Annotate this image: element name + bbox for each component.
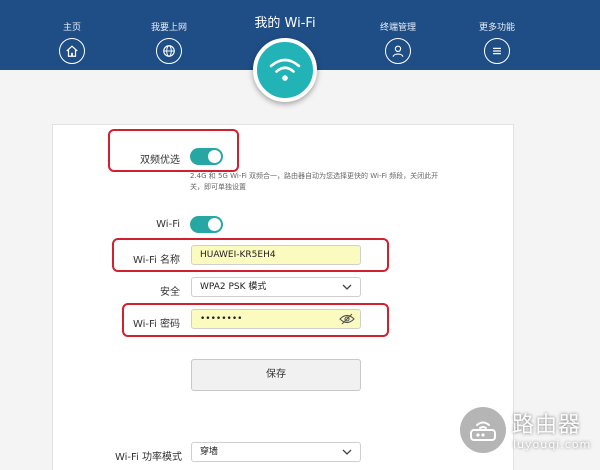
nav-devices[interactable]: 终端管理: [368, 20, 428, 64]
dual-band-highlight-box: [108, 129, 239, 172]
chevron-down-icon: [342, 284, 352, 290]
router-logo-icon: [460, 407, 506, 453]
home-icon: [59, 38, 85, 64]
wifi-icon: [269, 58, 301, 81]
watermark-name: 路由器: [512, 413, 582, 438]
page-title: 我的 Wi-Fi: [254, 16, 316, 31]
wifi-name-highlight-box: [112, 238, 389, 272]
wifi-label: Wi-Fi: [156, 219, 180, 230]
wifi-password-highlight-box: [122, 303, 389, 337]
chevron-down-icon: [342, 449, 352, 455]
nav-devices-label: 终端管理: [379, 23, 416, 33]
menu-icon: [484, 38, 510, 64]
watermark-site: luyouqi.com: [513, 438, 592, 451]
power-mode-value: 穿墙: [200, 447, 219, 457]
power-mode-label: Wi-Fi 功率模式: [114, 452, 182, 463]
security-select[interactable]: WPA2 PSK 模式: [191, 277, 361, 297]
wifi-toggle[interactable]: [190, 216, 223, 233]
nav-more-label: 更多功能: [478, 23, 515, 33]
nav-more[interactable]: 更多功能: [467, 20, 527, 64]
user-icon: [385, 38, 411, 64]
dual-band-description: 2.4G 和 5G Wi-Fi 双频合一，路由器自动为您选择更快的 Wi-Fi …: [190, 172, 439, 191]
security-label: 安全: [160, 287, 180, 298]
nav-internet-label: 我要上网: [150, 23, 187, 33]
nav-internet[interactable]: 我要上网: [139, 20, 199, 64]
watermark: 路由器 luyouqi.com: [460, 405, 600, 465]
nav-home[interactable]: 主页: [42, 20, 102, 64]
wifi-hub-button[interactable]: [253, 38, 317, 102]
security-value: WPA2 PSK 模式: [200, 282, 267, 292]
save-button[interactable]: 保存: [191, 359, 361, 391]
power-mode-select[interactable]: 穿墙: [191, 442, 361, 462]
nav-home-label: 主页: [62, 23, 81, 33]
globe-icon: [156, 38, 182, 64]
